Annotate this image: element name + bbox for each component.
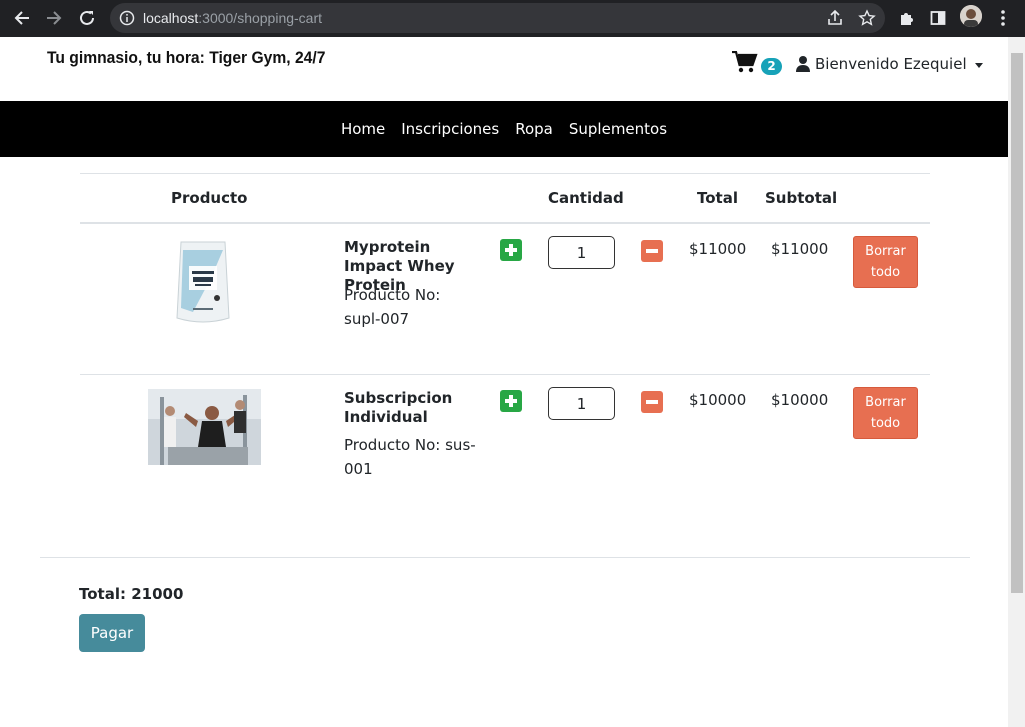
user-icon xyxy=(796,56,810,72)
url-text: localhost:3000/shopping-cart xyxy=(143,10,323,26)
row-total: $11000 xyxy=(689,240,747,258)
product-image-protein xyxy=(173,238,233,330)
browser-toolbar: localhost:3000/shopping-cart xyxy=(0,0,1025,37)
quantity-input[interactable] xyxy=(548,387,615,420)
brand-title[interactable]: Tu gimnasio, tu hora: Tiger Gym, 24/7 xyxy=(47,48,325,68)
nav-suplementos[interactable]: Suplementos xyxy=(569,120,667,138)
address-bar[interactable]: localhost:3000/shopping-cart xyxy=(110,3,885,33)
delete-all-button[interactable]: Borrar todo xyxy=(853,236,918,288)
profile-avatar[interactable] xyxy=(960,5,982,27)
delete-all-button[interactable]: Borrar todo xyxy=(853,387,918,439)
header-total: Total xyxy=(697,189,738,207)
cart-total: Total: 21000 xyxy=(79,585,184,603)
table-row: Myprotein Impact Whey Protein Producto N… xyxy=(80,224,930,374)
plus-icon[interactable] xyxy=(500,239,522,261)
minus-icon[interactable] xyxy=(641,391,663,413)
row-total: $10000 xyxy=(689,391,747,409)
extensions-puzzle-icon[interactable] xyxy=(895,6,919,30)
pay-button[interactable]: Pagar xyxy=(79,614,145,652)
quantity-input[interactable] xyxy=(548,236,615,269)
product-image-gym xyxy=(148,389,261,469)
nav-home[interactable]: Home xyxy=(341,120,385,138)
nav-inscripciones[interactable]: Inscripciones xyxy=(401,120,499,138)
bookmark-star-icon[interactable] xyxy=(858,9,876,27)
info-icon[interactable] xyxy=(119,10,135,26)
cart-icon[interactable] xyxy=(732,50,758,77)
main-navbar: Home Inscripciones Ropa Suplementos xyxy=(0,101,1008,157)
row-subtotal: $10000 xyxy=(771,391,829,409)
product-name: Subscripcion Individual xyxy=(344,389,453,426)
cart-count-badge: 2 xyxy=(761,58,782,75)
kebab-menu-icon[interactable] xyxy=(991,6,1015,30)
share-icon[interactable] xyxy=(826,9,844,27)
header-producto: Producto xyxy=(171,189,248,207)
forward-arrow-icon[interactable] xyxy=(42,6,66,30)
nav-ropa[interactable]: Ropa xyxy=(515,120,553,138)
header-cantidad: Cantidad xyxy=(548,189,624,207)
plus-icon[interactable] xyxy=(500,390,522,412)
table-top-border xyxy=(80,173,930,174)
minus-icon[interactable] xyxy=(641,240,663,262)
product-number: Producto No: supl-007 xyxy=(344,286,441,328)
header-subtotal: Subtotal xyxy=(765,189,838,207)
table-row: Subscripcion Individual Producto No: sus… xyxy=(80,375,930,525)
scrollbar-thumb[interactable] xyxy=(1011,53,1023,593)
summary-divider xyxy=(40,557,970,558)
chevron-down-icon xyxy=(974,62,983,68)
side-panel-icon[interactable] xyxy=(926,6,950,30)
product-number: Producto No: sus-001 xyxy=(344,436,476,478)
back-arrow-icon[interactable] xyxy=(10,6,34,30)
row-subtotal: $11000 xyxy=(771,240,829,258)
user-dropdown[interactable]: Bienvenido Ezequiel xyxy=(796,55,983,73)
user-greeting: Bienvenido Ezequiel xyxy=(815,55,967,73)
reload-icon[interactable] xyxy=(75,6,99,30)
